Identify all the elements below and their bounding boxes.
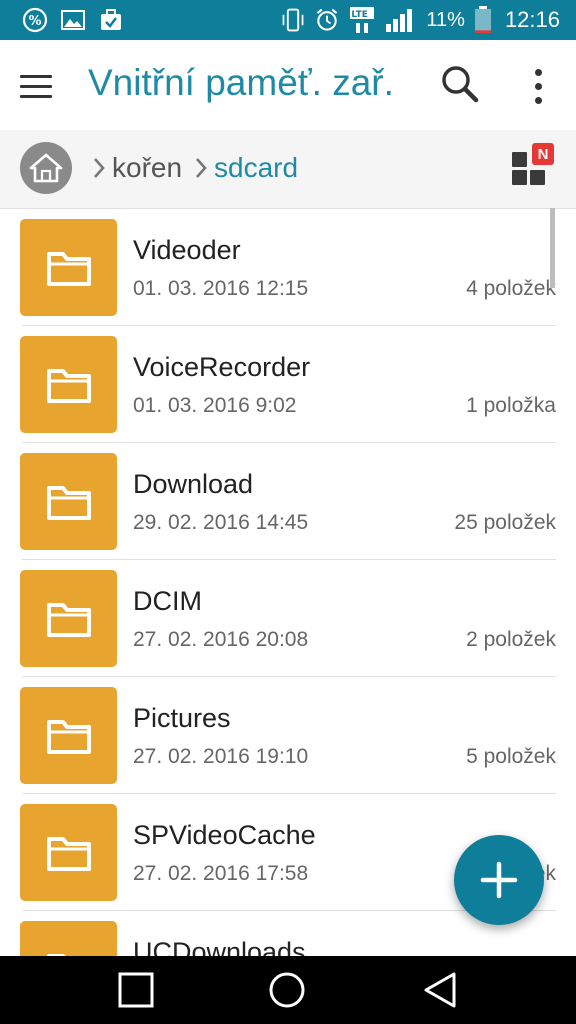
file-name: VoiceRecorder	[133, 352, 311, 382]
folder-icon	[20, 336, 117, 433]
status-bar: % LTE 11% 12:16	[0, 0, 576, 40]
app-toolbar: Vnitřní paměť. zař.	[0, 40, 576, 130]
item-count: 4 položek	[466, 277, 556, 300]
home-icon[interactable]	[20, 142, 72, 194]
battery-icon	[473, 6, 493, 33]
file-date: 01. 03. 2016 9:02	[133, 394, 297, 417]
file-name: Download	[133, 469, 254, 499]
breadcrumb-item-sdcard[interactable]: sdcard	[194, 152, 298, 184]
chevron-right-icon	[196, 158, 207, 178]
file-date: 29. 02. 2016 14:45	[133, 511, 309, 534]
list-item[interactable]: Download 29. 02. 2016 14:45 25 položek	[0, 443, 576, 560]
lte-icon: LTE	[348, 7, 376, 33]
percent-badge-icon: %	[22, 7, 48, 33]
file-name: SPVideoCache	[133, 820, 316, 850]
add-button[interactable]	[454, 835, 544, 925]
file-date: 27. 02. 2016 17:58	[133, 862, 309, 885]
file-date: 27. 02. 2016 19:10	[133, 745, 309, 768]
breadcrumb-label: kořen	[112, 152, 183, 183]
lte-label: LTE	[351, 10, 368, 20]
file-name: Videoder	[133, 235, 241, 265]
clock: 12:16	[504, 7, 560, 32]
folder-icon	[20, 921, 117, 956]
list-item[interactable]: VoiceRecorder 01. 03. 2016 9:02 1 položka	[0, 326, 576, 443]
file-date: 01. 03. 2016 12:15	[133, 277, 309, 300]
file-name: Pictures	[133, 703, 231, 733]
list-item[interactable]: DCIM 27. 02. 2016 20:08 2 položek	[0, 560, 576, 677]
folder-icon	[20, 219, 117, 316]
navigation-bar	[0, 956, 576, 1024]
breadcrumb: kořen sdcard	[0, 130, 576, 208]
file-name: UCDownloads	[133, 937, 306, 956]
scrollbar[interactable]	[550, 208, 555, 288]
folder-icon	[20, 570, 117, 667]
more-options-icon[interactable]	[522, 64, 554, 108]
list-item[interactable]: Pictures 27. 02. 2016 19:10 5 položek	[0, 677, 576, 794]
alarm-icon	[314, 7, 340, 33]
chevron-right-icon	[94, 158, 105, 178]
image-icon	[60, 7, 86, 33]
item-count: 25 položek	[454, 511, 556, 534]
back-icon[interactable]	[420, 970, 460, 1010]
item-count: 1 položka	[466, 394, 556, 417]
search-icon[interactable]	[438, 62, 482, 106]
new-badge: N	[532, 143, 554, 165]
recents-icon[interactable]	[116, 970, 156, 1010]
battery-percent: 11%	[426, 8, 465, 31]
folder-icon	[20, 453, 117, 550]
list-item[interactable]: Videoder 01. 03. 2016 12:15 4 položek	[0, 209, 576, 326]
svg-text:%: %	[28, 14, 41, 29]
vibrate-icon	[280, 7, 306, 33]
home-nav-icon[interactable]	[267, 970, 307, 1010]
file-date: 27. 02. 2016 20:08	[133, 628, 309, 651]
folder-icon	[20, 804, 117, 901]
breadcrumb-item-root[interactable]: kořen	[92, 152, 182, 184]
plus-icon	[480, 861, 518, 899]
file-name: DCIM	[133, 586, 202, 616]
folder-icon	[20, 687, 117, 784]
signal-icon	[384, 7, 418, 33]
item-count: 5 položek	[466, 745, 556, 768]
menu-icon[interactable]	[20, 66, 60, 106]
page-title: Vnitřní paměť. zař.	[88, 62, 394, 103]
item-count: 2 položek	[466, 628, 556, 651]
breadcrumb-label: sdcard	[214, 152, 299, 183]
briefcase-check-icon	[98, 7, 124, 33]
